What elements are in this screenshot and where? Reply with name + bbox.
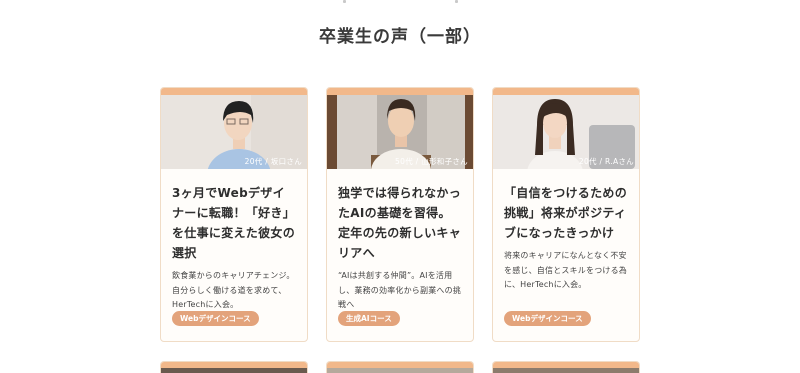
testimonial-card-partial[interactable] (160, 361, 308, 373)
testimonial-card-partial[interactable] (326, 361, 474, 373)
photo-caption: 20代 / 坂口さん (244, 157, 302, 166)
testimonial-card[interactable]: 50代 / 山形和子さん 独学では得られなかったAIの基礎を習得。定年の先の新し… (326, 87, 474, 342)
testimonial-card[interactable]: 20代 / R.Aさん 「自信をつけるための挑戦」将来がポジティブになったきっか… (492, 87, 640, 342)
card-accent-bar (493, 88, 639, 95)
card-description: 将来のキャリアになんとなく不安を感じ、自信とスキルをつける為に、HerTechに… (504, 251, 627, 289)
section-title: 卒業生の声（一部） (319, 27, 481, 47)
card-description: 飲食業からのキャリアチェンジ。自分らしく働ける道を求めて、HerTechに入会。 (172, 271, 295, 309)
card-title: 独学では得られなかったAIの基礎を習得。定年の先の新しいキャリアへ (338, 186, 462, 260)
graduate-photo: 20代 / 坂口さん (161, 95, 307, 169)
photo-caption: 50代 / 山形和子さん (395, 157, 468, 166)
graduate-photo: 50代 / 山形和子さん (327, 95, 473, 169)
card-title: 「自信をつけるための挑戦」将来がポジティブになったきっかけ (504, 186, 628, 240)
course-tag[interactable]: Webデザインコース (172, 311, 259, 326)
course-tag[interactable]: 生成AIコース (338, 311, 400, 326)
testimonial-card[interactable]: 20代 / 坂口さん 3ヶ月でWebデザイナーに転職！「好き」を仕事に変えた彼女… (160, 87, 308, 342)
card-description: “AIは共創する仲間”。AIを活用し、業務の効率化から副業への挑戦へ (338, 271, 461, 309)
graduate-photo: 20代 / R.Aさん (493, 95, 639, 169)
card-title: 3ヶ月でWebデザイナーに転職！「好き」を仕事に変えた彼女の選択 (172, 186, 296, 260)
testimonial-card-partial[interactable] (492, 361, 640, 373)
photo-caption: 20代 / R.Aさん (578, 157, 634, 166)
card-accent-bar (161, 88, 307, 95)
card-accent-bar (327, 88, 473, 95)
top-decoration (0, 0, 800, 5)
course-tag[interactable]: Webデザインコース (504, 311, 591, 326)
